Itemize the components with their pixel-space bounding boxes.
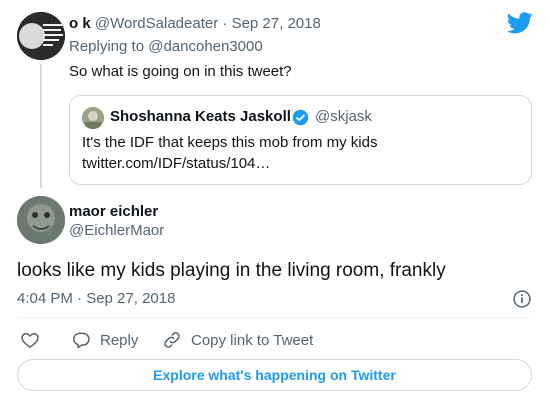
verified-badge-icon	[292, 109, 309, 126]
replying-to-handle[interactable]: @dancohen3000	[148, 38, 263, 55]
header-separator: ·	[222, 15, 228, 32]
replying-prefix: Replying to	[69, 38, 145, 55]
quoted-display-name: Shoshanna Keats Jaskoll	[110, 108, 291, 125]
divider	[17, 317, 532, 318]
twitter-bird-icon[interactable]	[507, 12, 533, 34]
tweet-timestamp[interactable]: 4:04 PM · Sep 27, 2018	[17, 290, 175, 307]
avatar[interactable]	[17, 196, 65, 244]
parent-date[interactable]: Sep 27, 2018	[232, 15, 321, 32]
reply-icon	[73, 332, 90, 349]
link-icon	[164, 332, 180, 348]
copy-link-button[interactable]: Copy link to Tweet	[162, 330, 313, 350]
replying-to: Replying to @dancohen3000	[69, 38, 263, 55]
main-handle[interactable]: @EichlerMaor	[69, 222, 164, 239]
heart-icon	[21, 333, 39, 348]
main-tweet-text: looks like my kids playing in the living…	[17, 260, 446, 281]
thread-connector	[40, 64, 42, 188]
avatar[interactable]	[17, 12, 65, 60]
quoted-avatar	[82, 107, 104, 129]
quoted-text: It's the IDF that keeps this mob from my…	[82, 134, 378, 151]
quoted-link: twitter.com/IDF/status/104…	[82, 155, 271, 172]
info-icon[interactable]	[512, 289, 532, 309]
copy-link-label: Copy link to Tweet	[191, 331, 314, 349]
parent-tweet-text: So what is going on in this tweet?	[69, 63, 292, 80]
reply-button[interactable]: Reply	[71, 330, 138, 350]
reply-label: Reply	[100, 331, 139, 349]
explore-button[interactable]: Explore what's happening on Twitter	[17, 359, 532, 391]
parent-handle[interactable]: @WordSaladeater	[95, 15, 218, 32]
like-button[interactable]	[20, 330, 40, 350]
parent-tweet-header: o k @WordSaladeater · Sep 27, 2018	[69, 15, 321, 32]
main-display-name[interactable]: maor eichler	[69, 203, 158, 220]
parent-display-name[interactable]: o k	[69, 15, 91, 32]
quoted-tweet-card[interactable]: Shoshanna Keats Jaskoll @skjask It's the…	[69, 95, 532, 185]
tweet-embed: o k @WordSaladeater · Sep 27, 2018 Reply…	[0, 0, 550, 408]
quoted-handle: @skjask	[315, 108, 372, 125]
